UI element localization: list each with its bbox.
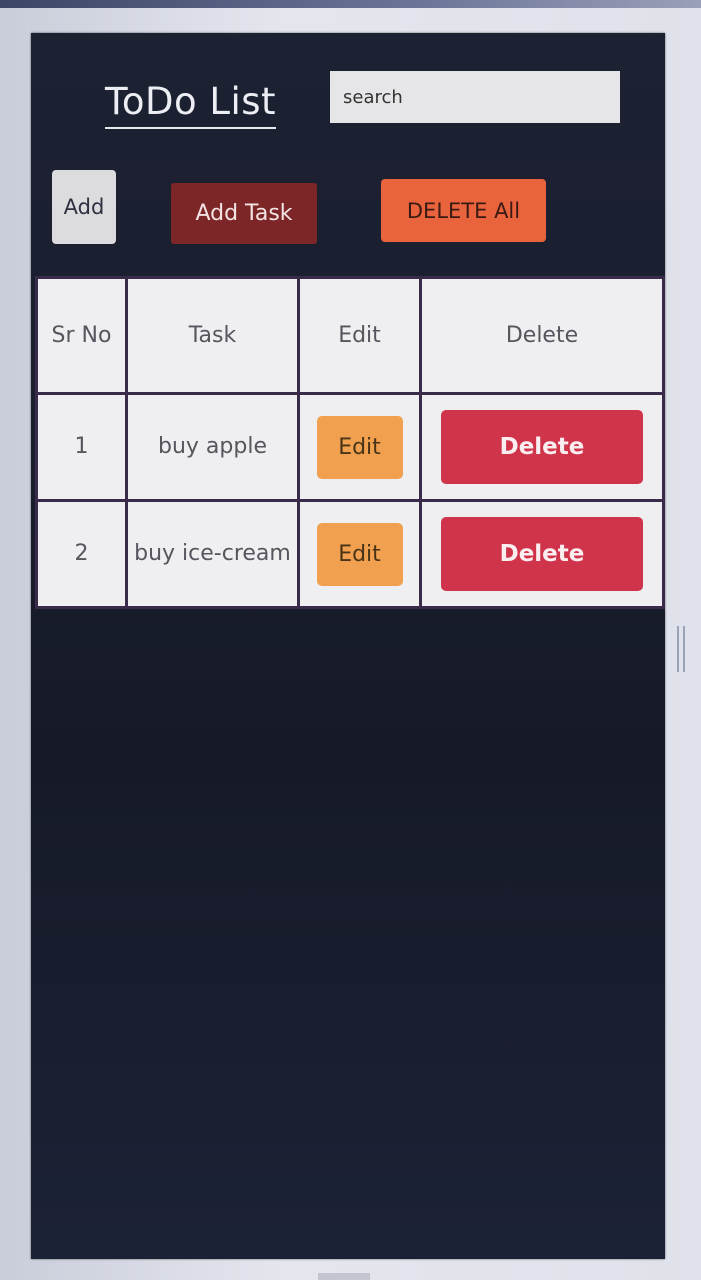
row-task-text: buy ice-cream [125, 499, 300, 609]
row-task-text: buy apple [125, 392, 300, 502]
bottom-resize-handle[interactable] [318, 1273, 370, 1280]
todo-app-panel: ToDo List Add Add Task DELETE All Sr No … [31, 33, 665, 1259]
delete-button[interactable]: Delete [441, 517, 643, 591]
window-top-strip [0, 0, 701, 8]
row-delete-cell: Delete [419, 392, 665, 502]
add-task-button[interactable]: Add Task [171, 183, 317, 244]
row-edit-cell: Edit [297, 499, 422, 609]
page-title: ToDo List [105, 80, 277, 129]
column-header-delete: Delete [419, 276, 665, 395]
row-serial-number: 2 [35, 499, 128, 609]
table-header-row: Sr No Task Edit Delete [35, 276, 665, 395]
todo-table: Sr No Task Edit Delete 1 buy apple Edit … [35, 276, 665, 609]
search-input[interactable] [330, 71, 620, 123]
delete-all-button[interactable]: DELETE All [381, 179, 546, 242]
edit-button[interactable]: Edit [316, 522, 403, 586]
column-header-sr-no: Sr No [35, 276, 128, 395]
resize-grip-icon[interactable] [675, 626, 687, 672]
add-button[interactable]: Add [52, 170, 116, 244]
edit-button[interactable]: Edit [316, 415, 403, 479]
row-edit-cell: Edit [297, 392, 422, 502]
grip-line [677, 626, 679, 672]
row-delete-cell: Delete [419, 499, 665, 609]
grip-line [683, 626, 685, 672]
row-serial-number: 1 [35, 392, 128, 502]
delete-button[interactable]: Delete [441, 410, 643, 484]
table-row: 2 buy ice-cream Edit Delete [35, 499, 665, 609]
column-header-task: Task [125, 276, 300, 395]
table-row: 1 buy apple Edit Delete [35, 392, 665, 502]
column-header-edit: Edit [297, 276, 422, 395]
